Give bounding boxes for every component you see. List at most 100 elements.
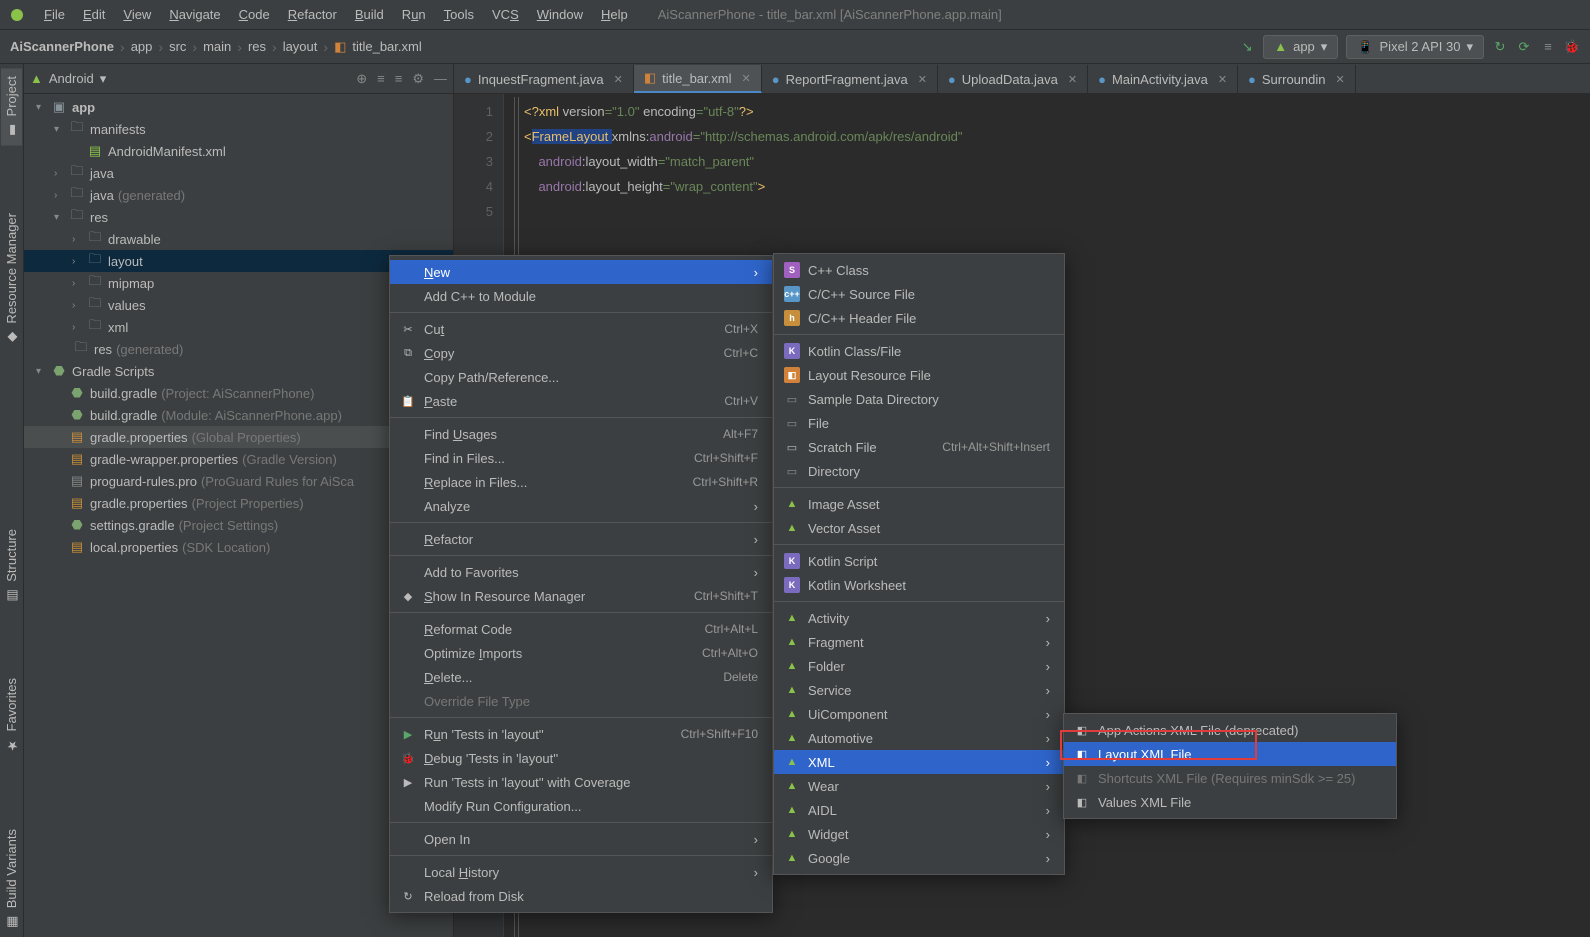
close-icon[interactable]: ✕ [1068,73,1077,86]
menu-item[interactable]: Add C++ to Module [390,284,772,308]
menu-item[interactable]: ▲Activity› [774,606,1064,630]
menu-view[interactable]: View [115,4,159,25]
menu-item[interactable]: ⧉CopyCtrl+C [390,341,772,365]
crumb-src[interactable]: src [169,39,186,54]
hide-icon[interactable]: — [434,71,447,87]
editor-tab[interactable]: ◧title_bar.xml✕ [634,65,762,93]
menu-item[interactable]: ↻Reload from Disk [390,884,772,908]
menu-item[interactable]: ▲Wear› [774,774,1064,798]
collapse-all-icon[interactable]: ≡ [395,71,403,87]
menu-window[interactable]: Window [529,4,591,25]
menu-item[interactable]: Local History› [390,860,772,884]
editor-tab[interactable]: ●ReportFragment.java✕ [762,65,938,93]
menu-item[interactable]: 📋PasteCtrl+V [390,389,772,413]
new-submenu[interactable]: SC++ Classc++C/C++ Source FilehC/C++ Hea… [773,253,1065,875]
crumb-file[interactable]: title_bar.xml [352,39,421,54]
menu-item[interactable]: ▭Directory [774,459,1064,483]
close-icon[interactable]: ✕ [918,73,927,86]
menu-item[interactable]: ▲AIDL› [774,798,1064,822]
sidebar-tab-favorites[interactable]: ★Favorites [1,670,22,760]
device-selector[interactable]: 📱 Pixel 2 API 30 ▾ [1346,35,1484,59]
menu-code[interactable]: Code [231,4,278,25]
menu-item[interactable]: ▲UiComponent› [774,702,1064,726]
menu-item[interactable]: ▲Automotive› [774,726,1064,750]
tree-node-res[interactable]: ▾🗀res [24,206,453,228]
menu-item[interactable]: KKotlin Worksheet [774,573,1064,597]
debug-icon[interactable]: 🐞 [1564,39,1580,55]
tree-node-java[interactable]: ›🗀java [24,162,453,184]
tree-node-drawable[interactable]: ›🗀drawable [24,228,453,250]
expand-all-icon[interactable]: ≡ [377,71,385,87]
menu-vcs[interactable]: VCS [484,4,527,25]
menu-item[interactable]: ▭Scratch FileCtrl+Alt+Shift+Insert [774,435,1064,459]
menu-item[interactable]: KKotlin Class/File [774,339,1064,363]
menu-item[interactable]: Analyze› [390,494,772,518]
sidebar-tab-structure[interactable]: ▤Structure [1,521,22,611]
menu-item[interactable]: Modify Run Configuration... [390,794,772,818]
tree-node-java-gen[interactable]: ›🗀java(generated) [24,184,453,206]
menu-run[interactable]: Run [394,4,434,25]
menu-edit[interactable]: Edit [75,4,113,25]
close-icon[interactable]: ✕ [1218,73,1227,86]
menu-refactor[interactable]: Refactor [280,4,345,25]
menu-build[interactable]: Build [347,4,392,25]
menu-item[interactable]: ▭File [774,411,1064,435]
apply-changes-icon[interactable]: ⟳ [1516,39,1532,55]
menu-item[interactable]: ▭Sample Data Directory [774,387,1064,411]
sidebar-tab-build-variants[interactable]: ▦Build Variants [1,821,22,937]
menu-item[interactable]: ▶Run 'Tests in 'layout''Ctrl+Shift+F10 [390,722,772,746]
menu-item[interactable]: ◧Layout XML File [1064,742,1396,766]
menu-help[interactable]: Help [593,4,636,25]
crumb-main[interactable]: main [203,39,231,54]
menu-item[interactable]: c++C/C++ Source File [774,282,1064,306]
crumb-layout[interactable]: layout [283,39,318,54]
menu-item[interactable]: ◧Values XML File [1064,790,1396,814]
menu-item[interactable]: ◆Show In Resource ManagerCtrl+Shift+T [390,584,772,608]
menu-item[interactable]: ◧Layout Resource File [774,363,1064,387]
menu-item[interactable]: Add to Favorites› [390,560,772,584]
menu-item[interactable]: Optimize ImportsCtrl+Alt+O [390,641,772,665]
select-opened-file-icon[interactable]: ⊕ [356,71,367,87]
run-config-selector[interactable]: ▲ app ▾ [1263,35,1338,59]
menu-item[interactable]: ▲Vector Asset [774,516,1064,540]
menu-item[interactable]: ▲Service› [774,678,1064,702]
context-menu[interactable]: New›Add C++ to Module✂CutCtrl+X⧉CopyCtrl… [389,255,773,913]
tree-node-manifests[interactable]: ▾🗀manifests [24,118,453,140]
editor-tab[interactable]: ●InquestFragment.java✕ [454,65,634,93]
menu-item[interactable]: ▲XML› [774,750,1064,774]
menu-item[interactable]: Copy Path/Reference... [390,365,772,389]
tree-node-manifest-file[interactable]: ▤AndroidManifest.xml [24,140,453,162]
menu-item[interactable]: Find in Files...Ctrl+Shift+F [390,446,772,470]
close-icon[interactable]: ✕ [1336,73,1345,86]
sidebar-tab-resource-manager[interactable]: ◆Resource Manager [1,205,22,353]
menu-item[interactable]: SC++ Class [774,258,1064,282]
close-icon[interactable]: ✕ [614,73,623,86]
menu-item[interactable]: ▲Widget› [774,822,1064,846]
editor-tab[interactable]: ●Surroundin✕ [1238,65,1356,93]
chevron-down-icon[interactable]: ▾ [100,71,107,87]
menu-item[interactable]: Delete...Delete [390,665,772,689]
menu-navigate[interactable]: Navigate [161,4,228,25]
menu-item[interactable]: hC/C++ Header File [774,306,1064,330]
xml-submenu[interactable]: ◧App Actions XML File (deprecated)◧Layou… [1063,713,1397,819]
menu-item[interactable]: Reformat CodeCtrl+Alt+L [390,617,772,641]
crumb-app[interactable]: app [131,39,153,54]
menu-item[interactable]: Refactor› [390,527,772,551]
build-icon[interactable]: ↘ [1239,39,1255,55]
menu-item[interactable]: ▲Folder› [774,654,1064,678]
menu-item[interactable]: Find UsagesAlt+F7 [390,422,772,446]
menu-icon[interactable]: ≡ [1540,39,1556,55]
menu-item[interactable]: Replace in Files...Ctrl+Shift+R [390,470,772,494]
menu-item[interactable]: ▶Run 'Tests in 'layout'' with Coverage [390,770,772,794]
menu-item[interactable]: ▲Image Asset [774,492,1064,516]
menu-item[interactable]: KKotlin Script [774,549,1064,573]
crumb-res[interactable]: res [248,39,266,54]
crumb-root[interactable]: AiScannerPhone [10,39,114,54]
menu-file[interactable]: File [36,4,73,25]
run-icon[interactable]: ↻ [1492,39,1508,55]
tree-node-app[interactable]: ▾▣app [24,96,453,118]
close-icon[interactable]: ✕ [741,72,750,85]
menu-item[interactable]: ▲Fragment› [774,630,1064,654]
settings-icon[interactable]: ⚙ [412,71,424,87]
menu-item[interactable]: New› [390,260,772,284]
